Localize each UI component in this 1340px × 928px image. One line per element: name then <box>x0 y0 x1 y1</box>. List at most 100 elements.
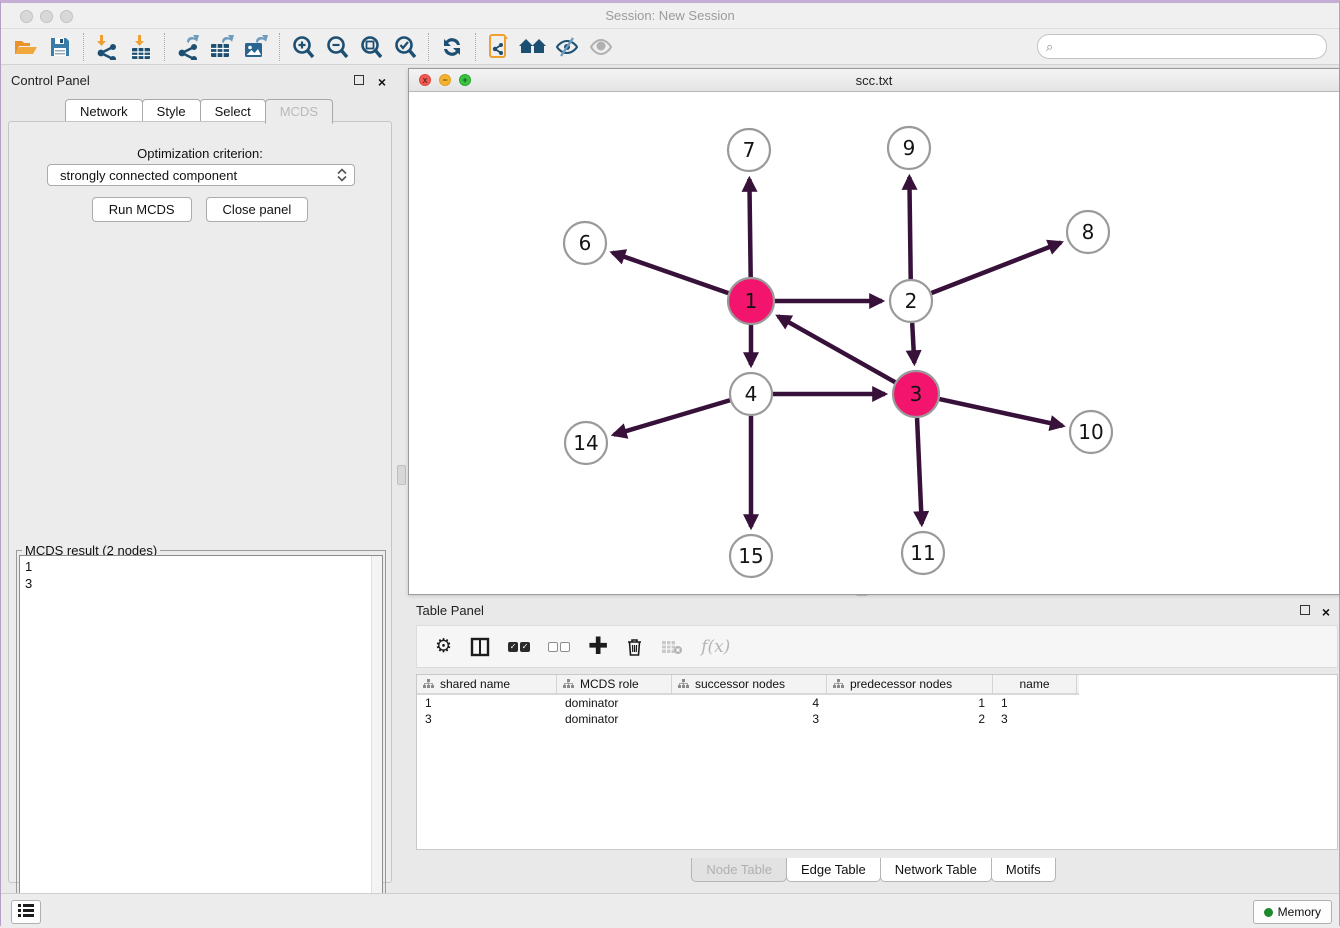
zoom-out-icon <box>324 34 350 60</box>
float-panel-icon[interactable] <box>354 74 364 88</box>
edge-2-8[interactable] <box>931 243 1060 293</box>
criterion-select[interactable]: strongly connected component <box>47 164 355 186</box>
table-cell[interactable]: dominator <box>557 712 672 726</box>
eye-icon <box>588 35 614 59</box>
export-image-icon <box>242 34 270 60</box>
delete-row-icon[interactable] <box>626 635 643 659</box>
save-icon <box>48 35 72 59</box>
node-label-3: 3 <box>910 382 923 406</box>
table-cell[interactable]: dominator <box>557 696 672 710</box>
search-box[interactable]: ⌕ <box>1037 34 1327 59</box>
memory-button[interactable]: Memory <box>1253 900 1332 924</box>
hierarchy-icon <box>423 679 434 689</box>
select-all-columns-icon[interactable]: ✓✓ <box>508 635 530 659</box>
table-settings-icon[interactable]: ⚙ <box>435 635 452 659</box>
tab-network-table[interactable]: Network Table <box>880 858 992 882</box>
node-label-15: 15 <box>738 544 763 568</box>
import-network-button[interactable] <box>90 31 124 63</box>
save-session-button[interactable] <box>43 31 77 63</box>
column-header-MCDS-role[interactable]: MCDS role <box>557 675 672 693</box>
task-history-button[interactable] <box>11 900 41 924</box>
tab-motifs[interactable]: Motifs <box>991 858 1056 882</box>
table-row[interactable]: 1dominator411 <box>417 695 1337 711</box>
edge-4-14[interactable] <box>614 400 730 434</box>
network-graph-canvas[interactable]: 1234678910111415 <box>409 92 1339 594</box>
open-session-button[interactable] <box>9 31 43 63</box>
toolbar-separator <box>428 33 429 61</box>
hierarchy-icon <box>678 679 689 689</box>
table-cell[interactable]: 3 <box>672 712 827 726</box>
fit-content-button[interactable] <box>354 31 388 63</box>
edge-1-6[interactable] <box>612 253 728 294</box>
import-table-icon <box>128 34 154 60</box>
add-row-icon[interactable]: ✚ <box>588 635 608 659</box>
eye-slash-icon <box>553 35 581 59</box>
import-table-button[interactable] <box>124 31 158 63</box>
control-panel-title: Control Panel <box>11 73 90 88</box>
network-view-window: x − + scc.txt 1234678910111415 <box>408 68 1340 595</box>
zoom-in-button[interactable] <box>286 31 320 63</box>
edge-2-3[interactable] <box>912 323 914 363</box>
node-table-body: 1dominator4113dominator323 <box>417 695 1337 727</box>
toolbar-separator <box>475 33 476 61</box>
list-icon <box>18 904 34 917</box>
node-label-9: 9 <box>903 136 916 160</box>
table-row[interactable]: 3dominator323 <box>417 711 1337 727</box>
export-table-button[interactable] <box>205 31 239 63</box>
toolbar-separator <box>83 33 84 61</box>
deselect-all-columns-icon[interactable] <box>548 635 570 659</box>
table-cell[interactable]: 1 <box>993 696 1077 710</box>
hide-selected-button[interactable] <box>550 31 584 63</box>
mcds-result-text[interactable]: 13 <box>19 555 383 925</box>
mcds-result-line: 1 <box>25 558 377 575</box>
export-network-button[interactable] <box>171 31 205 63</box>
column-header-shared-name[interactable]: shared name <box>417 675 557 693</box>
export-network-icon <box>175 34 201 60</box>
toolbar-separator <box>279 33 280 61</box>
column-chooser-icon[interactable] <box>470 635 490 659</box>
memory-label: Memory <box>1278 905 1321 919</box>
edge-2-9[interactable] <box>909 177 910 279</box>
search-input[interactable] <box>1057 40 1326 54</box>
optimization-criterion-label: Optimization criterion: <box>9 146 391 161</box>
control-panel-header: Control Panel × <box>3 68 396 94</box>
table-cell[interactable]: 2 <box>827 712 993 726</box>
table-cell[interactable]: 1 <box>417 696 557 710</box>
node-table[interactable]: shared nameMCDS rolesuccessor nodesprede… <box>416 674 1338 850</box>
close-table-panel-icon[interactable]: × <box>1322 604 1330 620</box>
table-cell[interactable]: 4 <box>672 696 827 710</box>
zoom-selected-button[interactable] <box>388 31 422 63</box>
table-cell[interactable]: 3 <box>993 712 1077 726</box>
close-panel-icon[interactable]: × <box>378 74 386 90</box>
float-table-panel-icon[interactable] <box>1300 604 1310 618</box>
tab-mcds[interactable]: MCDS <box>265 99 333 124</box>
edge-3-11[interactable] <box>917 418 922 524</box>
edge-3-1[interactable] <box>778 316 895 382</box>
zoom-out-button[interactable] <box>320 31 354 63</box>
table-cell[interactable]: 3 <box>417 712 557 726</box>
column-header-successor-nodes[interactable]: successor nodes <box>672 675 827 693</box>
edge-1-7[interactable] <box>749 179 750 277</box>
close-panel-button[interactable]: Close panel <box>206 197 309 222</box>
node-label-14: 14 <box>573 431 598 455</box>
vertical-splitter-handle[interactable] <box>397 465 406 485</box>
show-all-button[interactable] <box>584 31 618 63</box>
edge-3-10[interactable] <box>939 399 1062 426</box>
home-button[interactable] <box>516 31 550 63</box>
main-toolbar: ⌕ <box>1 29 1339 65</box>
export-image-button[interactable] <box>239 31 273 63</box>
refresh-button[interactable] <box>435 31 469 63</box>
clone-network-button[interactable] <box>482 31 516 63</box>
column-header-name[interactable]: name <box>993 675 1077 693</box>
result-scrollbar[interactable] <box>371 556 382 924</box>
column-header-predecessor-nodes[interactable]: predecessor nodes <box>827 675 993 693</box>
tab-node-table[interactable]: Node Table <box>691 858 787 882</box>
table-panel-tabs: Node TableEdge TableNetwork TableMotifs <box>408 858 1340 882</box>
table-cell[interactable]: 1 <box>827 696 993 710</box>
import-network-icon <box>94 34 120 60</box>
tab-edge-table[interactable]: Edge Table <box>786 858 881 882</box>
mcds-tab-panel: Optimization criterion: strongly connect… <box>8 121 392 883</box>
run-mcds-button[interactable]: Run MCDS <box>92 197 192 222</box>
home-icon <box>518 35 548 59</box>
fit-content-icon <box>358 34 384 60</box>
